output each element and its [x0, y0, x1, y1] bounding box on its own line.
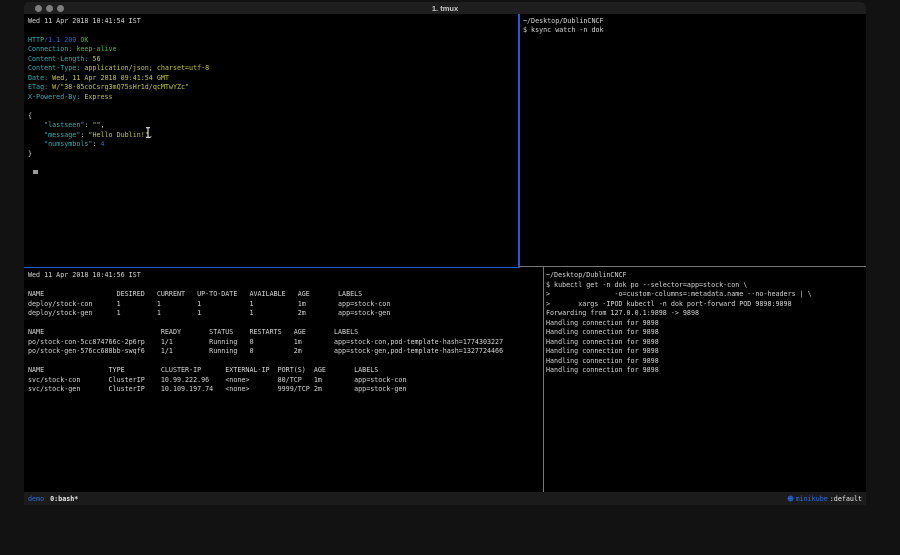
kube-namespace: :default	[830, 495, 862, 503]
terminal-line: $ ksync watch -n dok	[523, 26, 866, 36]
terminal-line: svc/stock-gen ClusterIP 10.109.197.74 <n…	[28, 385, 543, 395]
terminal-line: Wed 11 Apr 2018 10:41:54 IST	[28, 17, 518, 27]
terminal-line: {	[28, 112, 518, 122]
terminal-line: Date: Wed, 11 Apr 2018 09:41:54 GMT	[28, 74, 518, 84]
terminal-line: deploy/stock-gen 1 1 1 1 2m app=stock-ge…	[28, 309, 543, 319]
terminal-line	[28, 281, 543, 291]
terminal-line: "numsymbols": 4	[28, 140, 518, 150]
terminal-line: po/stock-gen-576cc688bb-swqf6 1/1 Runnin…	[28, 347, 543, 357]
terminal-line: NAME TYPE CLUSTER-IP EXTERNAL-IP PORT(S)…	[28, 366, 543, 376]
pane-divider-horizontal	[520, 266, 866, 267]
terminal-line: ~/Desktop/DublinCNCF	[523, 17, 866, 27]
terminal-line: Forwarding from 127.0.0.1:9898 -> 9898	[546, 309, 866, 319]
terminal-line: Handling connection for 9898	[546, 338, 866, 348]
terminal-line	[28, 319, 543, 329]
terminal-line: svc/stock-con ClusterIP 10.99.222.96 <no…	[28, 376, 543, 386]
pane-http-response[interactable]: Wed 11 Apr 2018 10:41:54 IST HTTP/1.1 20…	[24, 14, 518, 266]
terminal-line: Content-Length: 56	[28, 55, 518, 65]
desktop: 1. tmux Wed 11 Apr 2018 10:41:54 IST HTT…	[0, 0, 900, 555]
terminal-line: $ kubectl get -n dok po --selector=app=s…	[546, 281, 866, 291]
kubernetes-helm-icon	[787, 495, 794, 502]
traffic-lights	[35, 2, 64, 14]
tmux-status-left: demo 0:bash*	[28, 495, 78, 503]
terminal-line: NAME DESIRED CURRENT UP-TO-DATE AVAILABL…	[28, 290, 543, 300]
terminal-line: Handling connection for 9898	[546, 319, 866, 329]
minimize-button[interactable]	[46, 5, 53, 12]
window-title: 1. tmux	[24, 4, 866, 13]
terminal-line: Connection: keep-alive	[28, 45, 518, 55]
terminal-line: "message": "Hello Dublin!",	[28, 131, 518, 141]
terminal-line: ~/Desktop/DublinCNCF	[546, 271, 866, 281]
terminal-line	[28, 357, 543, 367]
tmux-window-label[interactable]: 0:bash*	[50, 495, 78, 503]
terminal-line: X-Powered-By: Express	[28, 93, 518, 103]
active-pane-divider-horizontal	[24, 267, 520, 269]
kube-context: minikube	[796, 495, 828, 503]
mouse-ibeam-cursor	[145, 127, 151, 138]
terminal-line: Handling connection for 9898	[546, 366, 866, 376]
terminal-line: ETag: W/"38-05coCsrg3mQ75sHr1d/qcMTwYZc"	[28, 83, 518, 93]
terminal-line: Handling connection for 9898	[546, 347, 866, 357]
window-titlebar[interactable]: 1. tmux	[24, 2, 866, 14]
terminal-window: 1. tmux Wed 11 Apr 2018 10:41:54 IST HTT…	[24, 2, 866, 505]
terminal-line: > xargs -IPOD kubectl -n dok port-forwar…	[546, 300, 866, 310]
terminal-cursor	[33, 170, 38, 175]
terminal-line: deploy/stock-con 1 1 1 1 1m app=stock-co…	[28, 300, 543, 310]
terminal-line: po/stock-con-5cc874766c-2p6rp 1/1 Runnin…	[28, 338, 543, 348]
close-button[interactable]	[35, 5, 42, 12]
pane-ksync-watch[interactable]: ~/Desktop/DublinCNCF$ ksync watch -n dok	[520, 14, 866, 266]
terminal-line	[28, 102, 518, 112]
terminal-line: > -o=custom-columns=:metadata.name --no-…	[546, 290, 866, 300]
terminal-line: }	[28, 150, 518, 160]
terminal-line: Content-Type: application/json; charset=…	[28, 64, 518, 74]
terminal-line: HTTP/1.1 200 OK	[28, 36, 518, 46]
zoom-button[interactable]	[57, 5, 64, 12]
terminal-line: Handling connection for 9898	[546, 357, 866, 367]
pane-port-forward[interactable]: ~/Desktop/DublinCNCF$ kubectl get -n dok…	[544, 268, 866, 492]
tmux-session-name[interactable]: demo	[28, 495, 44, 503]
terminal-line	[28, 26, 518, 36]
terminal-line: NAME READY STATUS RESTARTS AGE LABELS	[28, 328, 543, 338]
active-pane-divider-vertical	[518, 14, 520, 268]
terminal-line: "lastseen": "",	[28, 121, 518, 131]
pane-kubectl-get[interactable]: Wed 11 Apr 2018 10:41:56 IST NAME DESIRE…	[24, 268, 543, 492]
tmux-status-right: minikube:default	[787, 495, 862, 503]
terminal-line: Wed 11 Apr 2018 10:41:56 IST	[28, 271, 543, 281]
terminal-line: Handling connection for 9898	[546, 328, 866, 338]
pane-divider-vertical	[543, 267, 544, 493]
tmux-status-bar: demo 0:bash* minikube:default	[24, 492, 866, 505]
